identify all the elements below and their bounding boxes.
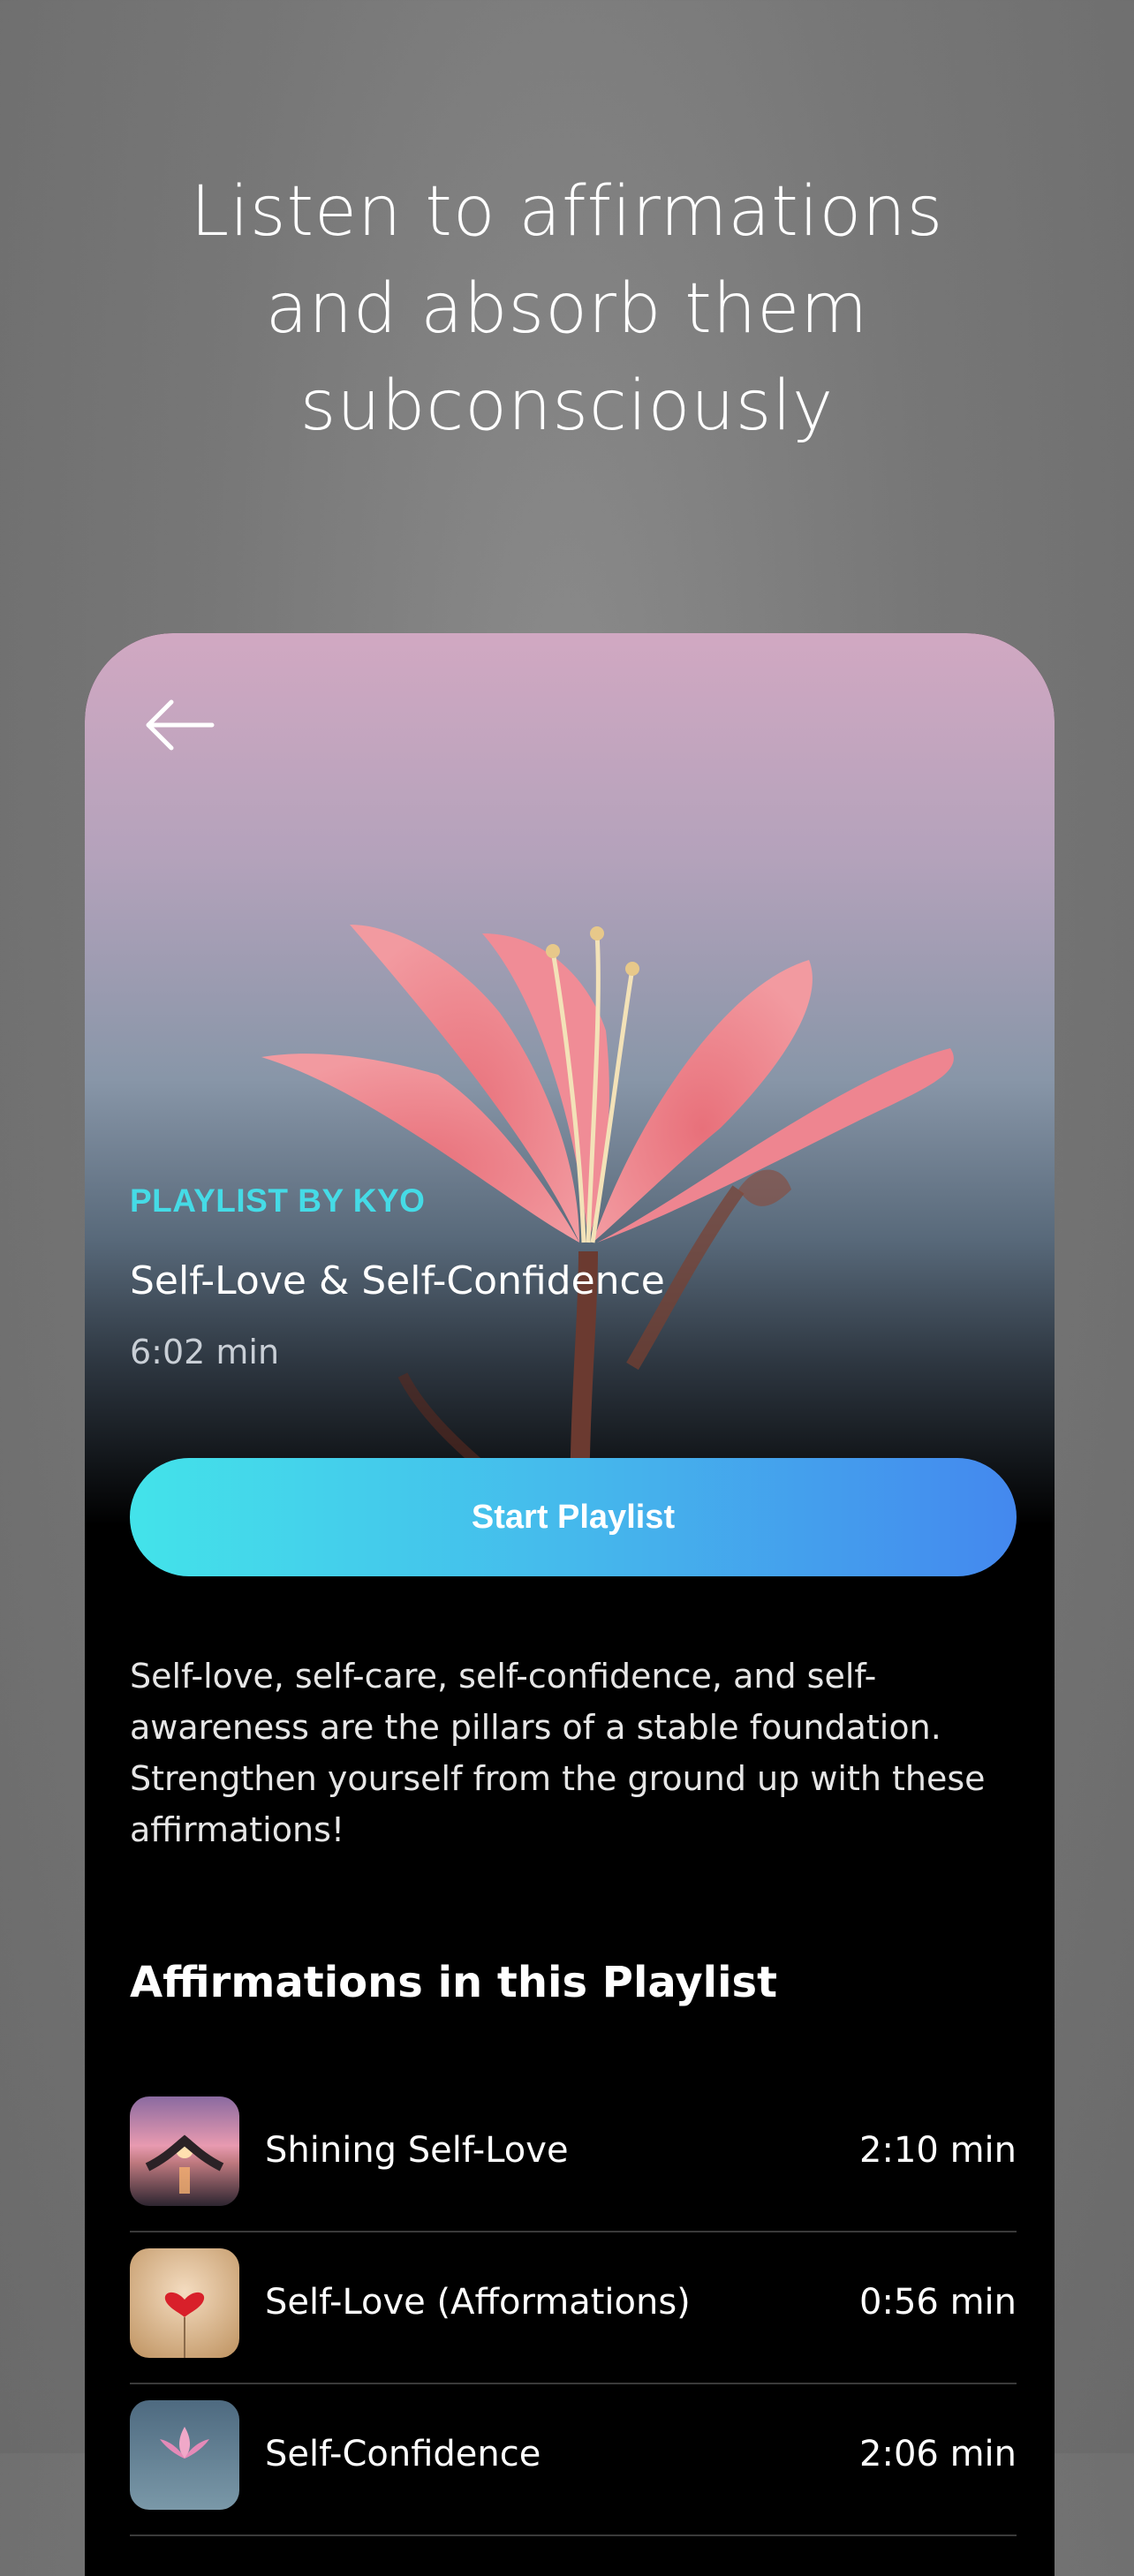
headline: Listen to affirmations and absorb them s… <box>0 163 1134 455</box>
list-item[interactable]: Self-Love (Afformations) 0:56 min <box>130 2232 1017 2384</box>
start-playlist-button[interactable]: Start Playlist <box>130 1458 1017 1576</box>
item-name: Self-Confidence <box>265 2434 541 2474</box>
item-duration: 0:56 min <box>859 2282 1017 2323</box>
headline-line-1: Listen to affirmations <box>190 172 944 252</box>
thumbnail-lotus <box>130 2400 239 2510</box>
hero-image: PLAYLIST BY KYO Self-Love & Self-Confide… <box>85 633 1055 1525</box>
playlist-duration: 6:02 min <box>130 1333 280 1371</box>
affirmation-list: Shining Self-Love 2:10 min Self-Love (Af… <box>130 2081 1017 2536</box>
item-duration: 2:10 min <box>859 2130 1017 2171</box>
section-title: Affirmations in this Playlist <box>130 1958 778 2007</box>
arrow-left-icon <box>146 699 215 751</box>
playlist-author-label: PLAYLIST BY KYO <box>130 1182 426 1219</box>
item-duration: 2:06 min <box>859 2434 1017 2474</box>
thumbnail-heart-hands <box>130 2096 239 2206</box>
lily-flower-image <box>261 925 954 1525</box>
thumbnail-heart-balloon <box>130 2248 239 2358</box>
playlist-title: Self-Love & Self-Confidence <box>130 1258 665 1303</box>
list-item[interactable]: Self-Confidence 2:06 min <box>130 2384 1017 2536</box>
headline-line-2: and absorb them <box>265 269 869 349</box>
headline-line-3: subconsciously <box>299 366 835 446</box>
item-name: Shining Self-Love <box>265 2130 569 2171</box>
phone-screen: PLAYLIST BY KYO Self-Love & Self-Confide… <box>85 633 1055 2576</box>
playlist-description: Self-love, self-care, self-confidence, a… <box>130 1657 986 1849</box>
back-button[interactable] <box>145 697 215 753</box>
list-item[interactable]: Shining Self-Love 2:10 min <box>130 2081 1017 2232</box>
item-name: Self-Love (Afformations) <box>265 2282 691 2323</box>
